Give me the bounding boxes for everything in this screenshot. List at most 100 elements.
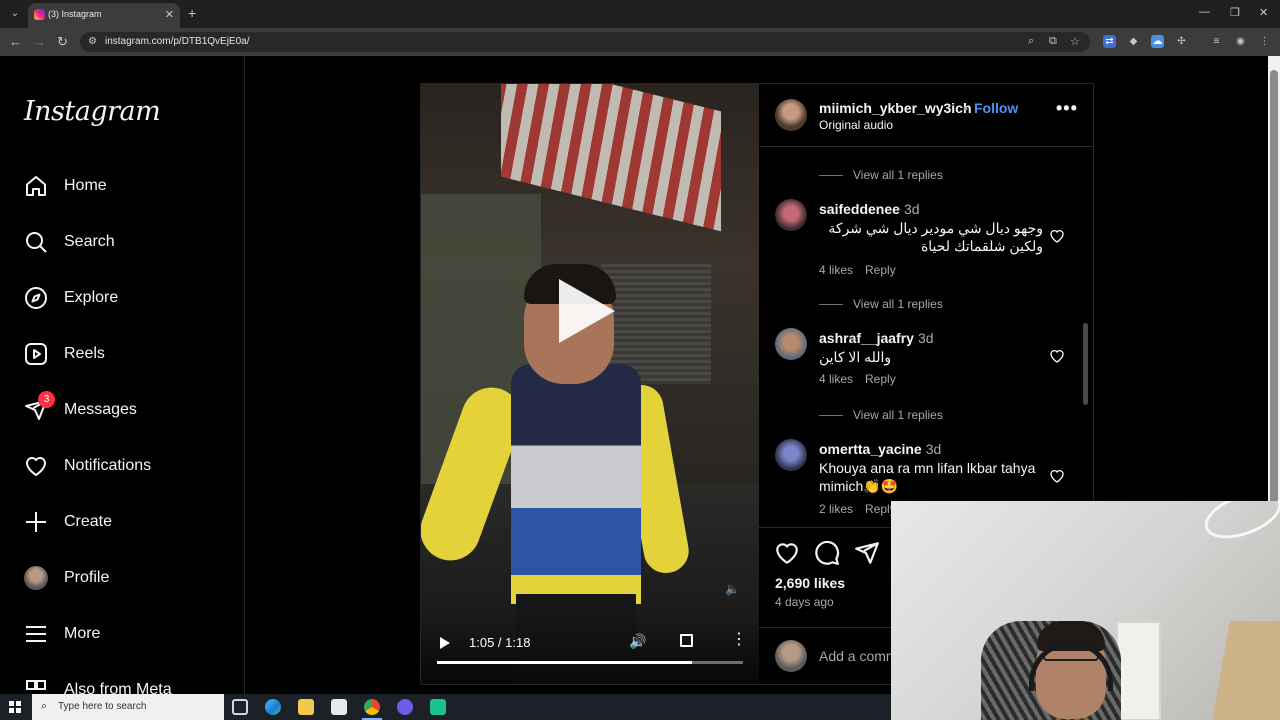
windows-taskbar: ⌕ Type here to search [0, 694, 891, 720]
minimize-icon[interactable]: — [1199, 6, 1210, 18]
instagram-logo[interactable]: Instagram [24, 96, 161, 127]
tab-close-icon[interactable]: ✕ [165, 8, 174, 21]
likes-count[interactable]: 2,690 likes [775, 575, 845, 591]
comment-avatar[interactable] [775, 328, 807, 360]
extension-cloud-icon[interactable]: ☁ [1151, 35, 1164, 48]
window-close-icon[interactable]: ✕ [1259, 6, 1268, 19]
sidebar-item-notifications[interactable]: Notifications [24, 452, 224, 482]
comment-icon[interactable] [814, 540, 840, 566]
sidebar-item-search[interactable]: Search [24, 228, 224, 258]
store-icon[interactable] [331, 699, 347, 715]
reply-button[interactable]: Reply [865, 263, 896, 277]
menu-icon [26, 626, 46, 642]
app-icon[interactable] [430, 699, 446, 715]
audio-link[interactable]: Original audio [819, 118, 893, 132]
taskbar-search[interactable]: ⌕ Type here to search [32, 694, 224, 720]
new-tab-icon[interactable]: + [188, 5, 196, 21]
profile-icon[interactable]: ◉ [1234, 35, 1247, 48]
comment-likes[interactable]: 2 likes [819, 502, 853, 516]
notification-badge: 3 [38, 391, 55, 408]
browser-menu-icon[interactable]: ⋮ [1258, 35, 1271, 48]
task-view-icon[interactable] [232, 699, 248, 715]
url-text[interactable]: instagram.com/p/DTB1QvEjE0a/ [105, 36, 250, 47]
comment-username[interactable]: omertta_yacine 3d [819, 441, 941, 457]
comment-avatar[interactable] [775, 439, 807, 471]
sidebar-item-label: Create [64, 513, 113, 530]
chrome-icon[interactable] [364, 699, 380, 715]
video-progress-bar[interactable] [437, 661, 743, 664]
volume-icon[interactable]: 🔊 [629, 633, 646, 650]
video-more-icon[interactable]: ⋮ [731, 632, 747, 648]
author-username[interactable]: miimich_ykber_wy3ich [819, 100, 972, 116]
like-comment-heart-icon[interactable] [1049, 228, 1065, 244]
comment-username[interactable]: saifeddenee 3d [819, 201, 920, 217]
search-icon [26, 232, 47, 253]
windows-start-icon[interactable] [9, 701, 21, 713]
share-icon[interactable] [854, 540, 880, 566]
edge-icon[interactable] [265, 699, 281, 715]
discord-icon[interactable] [397, 699, 413, 715]
meta-icon [26, 680, 46, 690]
play-icon[interactable] [440, 637, 450, 649]
view-replies-button[interactable]: View all 1 replies [819, 408, 943, 422]
extensions-puzzle-icon[interactable]: ✣ [1175, 35, 1188, 48]
comment-avatar[interactable] [775, 199, 807, 231]
sidebar-item-reels[interactable]: Reels [24, 340, 224, 370]
tab-search-icon[interactable]: ⌄ [6, 5, 24, 23]
back-icon[interactable]: ← [9, 34, 22, 49]
zoom-icon[interactable]: ⌕ [1028, 35, 1034, 48]
sidebar-item-create[interactable]: Create [24, 508, 224, 538]
sidebar-item-explore[interactable]: Explore [24, 284, 224, 314]
sidebar: Instagram Home Search Explore Reels 3 Me… [0, 56, 245, 694]
extension-translate-icon[interactable]: ⇄ [1103, 35, 1116, 48]
bookmark-star-icon[interactable]: ☆ [1070, 35, 1080, 48]
comments-list: View all 1 replies saifeddenee 3d وجهو دي… [759, 147, 1093, 527]
file-explorer-icon[interactable] [298, 699, 314, 715]
muted-volume-icon[interactable]: 🔈 [725, 582, 740, 596]
like-comment-heart-icon[interactable] [1049, 348, 1065, 364]
site-info-icon[interactable]: ⚙ [88, 36, 97, 47]
taskbar-search-placeholder: Type here to search [58, 701, 147, 712]
view-replies-button[interactable]: View all 1 replies [819, 297, 943, 311]
comments-scroll-thumb[interactable] [1083, 323, 1088, 405]
more-options-icon[interactable]: ••• [1056, 98, 1078, 119]
comment-username[interactable]: ashraf__jaafry 3d [819, 330, 934, 346]
restore-icon[interactable]: ❐ [1230, 6, 1240, 19]
follow-button[interactable]: Follow [974, 100, 1018, 116]
sidebar-item-label: More [64, 625, 101, 642]
comments-scrollbar[interactable] [1083, 151, 1089, 523]
webcam-overlay [891, 501, 1280, 720]
comment-text: Khouya ana ra mn lifan lkbar tahya mimic… [819, 460, 1036, 494]
view-replies-button[interactable]: View all 1 replies [819, 168, 943, 182]
sidebar-item-label: Also from Meta [64, 681, 172, 694]
reply-button[interactable]: Reply [865, 372, 896, 386]
fullscreen-icon[interactable] [680, 634, 693, 647]
comment-likes[interactable]: 4 likes [819, 372, 853, 386]
sidebar-item-home[interactable]: Home [24, 172, 224, 202]
like-comment-heart-icon[interactable] [1049, 468, 1065, 484]
reels-icon [25, 343, 47, 365]
reel-video[interactable]: 🔈 1:05 / 1:18 🔊 ⋮ [421, 84, 759, 684]
author-avatar[interactable] [775, 99, 807, 131]
sidebar-item-profile[interactable]: Profile [24, 564, 224, 594]
install-app-icon[interactable]: ⧉ [1049, 35, 1057, 48]
sidebar-item-also-from-meta[interactable]: Also from Meta [24, 676, 224, 694]
sidebar-item-more[interactable]: More [24, 620, 224, 650]
comment-likes[interactable]: 4 likes [819, 263, 853, 277]
sidebar-item-messages[interactable]: 3 Messages [24, 391, 224, 426]
like-heart-icon[interactable] [774, 540, 800, 566]
browser-tab[interactable]: (3) Instagram ✕ [28, 3, 180, 28]
reload-icon[interactable]: ↻ [57, 34, 68, 50]
post-date: 4 days ago [775, 595, 834, 609]
webcam-shelf [1116, 621, 1161, 720]
extension-diamond-icon[interactable]: ◆ [1127, 35, 1140, 48]
address-bar[interactable]: ⚙ instagram.com/p/DTB1QvEjE0a/ ⌕ ⧉ ☆ [80, 32, 1090, 52]
heart-icon [26, 457, 46, 476]
play-overlay-icon[interactable] [559, 279, 615, 343]
reading-list-icon[interactable]: ≡ [1210, 35, 1223, 48]
forward-icon[interactable]: → [33, 34, 46, 49]
comment-text: والله الا كاين [819, 349, 892, 365]
post-header: miimich_ykber_wy3ich • Follow Original a… [759, 84, 1093, 147]
sidebar-item-label: Messages [64, 401, 137, 418]
home-icon [26, 176, 46, 196]
